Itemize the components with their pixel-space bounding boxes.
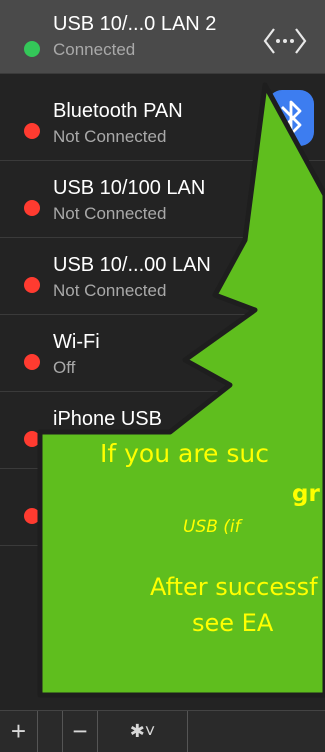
service-name: Wi-Fi [53,331,100,353]
service-status: Not Connected [53,512,167,531]
sidebar-toolbar: + − ✱˅ [0,710,325,752]
service-name: Bluetooth PAN [53,100,183,122]
service-name: USB 10/100 LAN [53,177,206,199]
status-dot-disconnected [24,123,40,139]
service-name: Thunderbolt Bridge [53,485,224,507]
service-status: Not Connected [53,281,167,300]
callout-note: USB (if [183,517,241,537]
status-dot-disconnected [24,431,40,447]
service-name: USB 10/...00 LAN [53,254,211,276]
gear-icon: ✱˅ [129,721,156,741]
service-row-wifi[interactable]: Wi-Fi Off [0,318,325,392]
service-status: Connected [53,40,136,59]
callout-line: After successf [150,573,318,601]
service-status: Off [53,358,76,377]
bluetooth-icon [268,90,314,146]
network-services-sidebar: USB 10/...0 LAN 2 Connected Bluetooth PA… [0,0,325,752]
service-status: Not Connected [53,204,167,223]
status-dot-off [24,354,40,370]
service-row-usb-lan-2[interactable]: USB 10/...0 LAN 2 Connected [0,0,325,74]
service-name: USB 10/...0 LAN 2 [53,13,217,35]
add-service-button[interactable]: + [0,711,38,752]
service-row-thunderbolt-bridge[interactable]: Thunderbolt Bridge Not Connected [0,472,325,546]
status-dot-disconnected [24,200,40,216]
ethernet-arrows-icon [263,28,307,54]
service-status: Not Connected [53,127,167,146]
status-dot-connected [24,41,40,57]
status-dot-disconnected [24,508,40,524]
callout-line: If you are suc [100,439,269,468]
service-row-usb-lan[interactable]: USB 10/...00 LAN Not Connected [0,241,325,315]
action-menu-button[interactable]: ✱˅ [98,711,188,752]
status-dot-disconnected [24,277,40,293]
remove-service-button[interactable]: − [62,711,98,752]
service-name: iPhone USB [53,408,162,430]
callout-emphasis: gr [292,481,320,507]
callout-line: see EA [192,609,274,637]
service-row-usb-100-lan[interactable]: USB 10/100 LAN Not Connected [0,164,325,238]
